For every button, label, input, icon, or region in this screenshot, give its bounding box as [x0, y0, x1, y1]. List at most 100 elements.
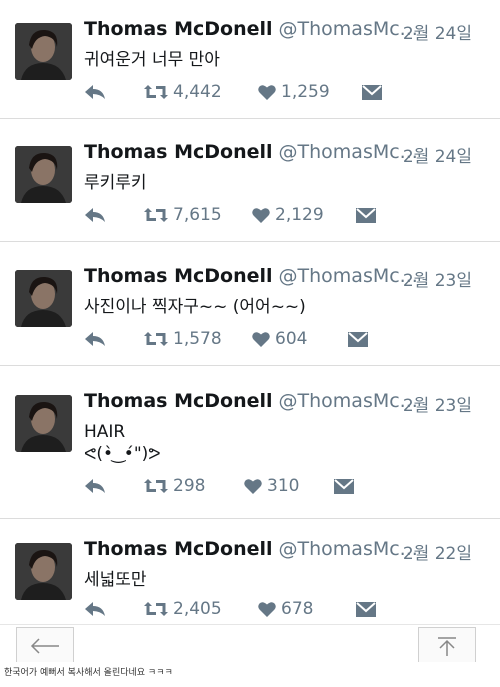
dm-button[interactable]	[356, 205, 376, 225]
like-button[interactable]: 604	[252, 329, 307, 349]
author-handle[interactable]: @ThomasMc...	[279, 265, 418, 287]
tweet-text: 사진이나 찍자구~~ (어어~~)	[84, 296, 306, 318]
author-name[interactable]: Thomas McDonell	[84, 390, 273, 412]
tweet-date[interactable]: 2월 23일	[403, 391, 472, 416]
dm-button[interactable]	[356, 599, 376, 619]
author-handle[interactable]: @ThomasMc...	[279, 18, 418, 40]
direct-message-icon	[362, 85, 382, 100]
like-button[interactable]: 678	[258, 599, 313, 619]
like-count: 310	[267, 476, 300, 496]
scroll-to-top-icon	[438, 637, 456, 656]
dm-button[interactable]	[348, 329, 368, 349]
author-name[interactable]: Thomas McDonell	[84, 538, 273, 560]
avatar[interactable]	[15, 395, 72, 452]
action-bar: 2,405 678	[84, 599, 404, 619]
tweet-text: 루키루키	[84, 172, 147, 194]
tweet-text-line: HAIR	[84, 422, 126, 442]
author-handle[interactable]: @ThomasMc...	[279, 538, 418, 560]
tweet-text-line: 세넓또만	[84, 570, 147, 590]
heart-icon	[258, 85, 276, 100]
tweet-item[interactable]: Thomas McDonell @ThomasMc... 2월 23일 사진이나 …	[0, 247, 500, 366]
tweet-date[interactable]: 2월 23일	[403, 266, 472, 291]
avatar[interactable]	[15, 270, 72, 327]
tweet-text-line: 귀여운거 너무 만아	[84, 50, 220, 70]
author-name[interactable]: Thomas McDonell	[84, 265, 273, 287]
author-handle[interactable]: @ThomasMc...	[279, 390, 418, 412]
author-name[interactable]: Thomas McDonell	[84, 18, 273, 40]
reply-arrow-icon	[85, 479, 105, 493]
reply-button[interactable]	[84, 599, 106, 619]
tweet-item[interactable]: Thomas McDonell @ThomasMc... 2월 24일 루키루키 …	[0, 123, 500, 242]
direct-message-icon	[334, 479, 354, 494]
tweet-text-line: ᕙ(•̀ ͜ •́")ᕗ	[84, 444, 161, 464]
back-arrow-icon	[30, 638, 59, 654]
like-button[interactable]: 1,259	[258, 82, 330, 102]
profile-photo	[15, 270, 72, 327]
retweet-button[interactable]: 4,442	[144, 82, 222, 102]
direct-message-icon	[348, 332, 368, 347]
avatar[interactable]	[15, 146, 72, 203]
retweet-button[interactable]: 7,615	[144, 205, 222, 225]
reply-arrow-icon	[85, 85, 105, 99]
like-count: 2,129	[275, 205, 324, 225]
tweet-date[interactable]: 2월 22일	[403, 539, 472, 564]
tweet-text-line: 루키루키	[84, 173, 147, 193]
retweet-icon	[144, 85, 168, 99]
reply-arrow-icon	[85, 332, 105, 346]
retweet-count: 2,405	[173, 599, 222, 619]
avatar[interactable]	[15, 543, 72, 600]
tweet-feed: Thomas McDonell @ThomasMc... 2월 24일 귀여운거 …	[0, 0, 500, 664]
tweet-date[interactable]: 2월 24일	[403, 142, 472, 167]
retweet-icon	[144, 479, 168, 493]
retweet-button[interactable]: 1,578	[144, 329, 222, 349]
tweet-date[interactable]: 2월 24일	[403, 19, 472, 44]
author-handle[interactable]: @ThomasMc...	[279, 141, 418, 163]
retweet-count: 1,578	[173, 329, 222, 349]
like-button[interactable]: 2,129	[252, 205, 324, 225]
direct-message-icon	[356, 602, 376, 617]
reply-button[interactable]	[84, 205, 106, 225]
tweet-text: HAIR ᕙ(•̀ ͜ •́")ᕗ	[84, 421, 161, 465]
dm-button[interactable]	[334, 476, 354, 496]
back-button[interactable]	[16, 627, 74, 664]
avatar[interactable]	[15, 23, 72, 80]
like-count: 1,259	[281, 82, 330, 102]
tweet-item[interactable]: Thomas McDonell @ThomasMc... 2월 23일 HAIR …	[0, 372, 500, 519]
direct-message-icon	[356, 208, 376, 223]
reply-button[interactable]	[84, 82, 106, 102]
retweet-count: 7,615	[173, 205, 222, 225]
tweet-item[interactable]: Thomas McDonell @ThomasMc... 2월 24일 귀여운거 …	[0, 0, 500, 119]
retweet-icon	[144, 602, 168, 616]
profile-photo	[15, 146, 72, 203]
retweet-icon	[144, 332, 168, 346]
reply-arrow-icon	[85, 208, 105, 222]
heart-icon	[252, 332, 270, 347]
scroll-to-top-button[interactable]	[418, 627, 476, 664]
heart-icon	[244, 479, 262, 494]
retweet-button[interactable]: 298	[144, 476, 205, 496]
retweet-icon	[144, 208, 168, 222]
heart-icon	[252, 208, 270, 223]
tweet-text: 귀여운거 너무 만아	[84, 49, 220, 71]
reply-arrow-icon	[85, 602, 105, 616]
reply-button[interactable]	[84, 476, 106, 496]
action-bar: 298 310	[84, 476, 404, 496]
tweet-item[interactable]: Thomas McDonell @ThomasMc... 2월 22일 세넓또만 …	[0, 520, 500, 638]
profile-photo	[15, 543, 72, 600]
retweet-button[interactable]: 2,405	[144, 599, 222, 619]
like-count: 604	[275, 329, 308, 349]
heart-icon	[258, 602, 276, 617]
action-bar: 7,615 2,129	[84, 205, 404, 225]
reply-button[interactable]	[84, 329, 106, 349]
retweet-count: 298	[173, 476, 206, 496]
tweet-text: 세넓또만	[84, 569, 147, 591]
like-count: 678	[281, 599, 314, 619]
tweet-text-line: 사진이나 찍자구~~ (어어~~)	[84, 297, 306, 317]
author-name[interactable]: Thomas McDonell	[84, 141, 273, 163]
like-button[interactable]: 310	[244, 476, 299, 496]
dm-button[interactable]	[362, 82, 382, 102]
retweet-count: 4,442	[173, 82, 222, 102]
bottom-toolbar	[0, 624, 500, 664]
profile-photo	[15, 23, 72, 80]
image-caption: 한국어가 예뻐서 복사해서 올린다네요 ㅋㅋㅋ	[0, 662, 500, 687]
